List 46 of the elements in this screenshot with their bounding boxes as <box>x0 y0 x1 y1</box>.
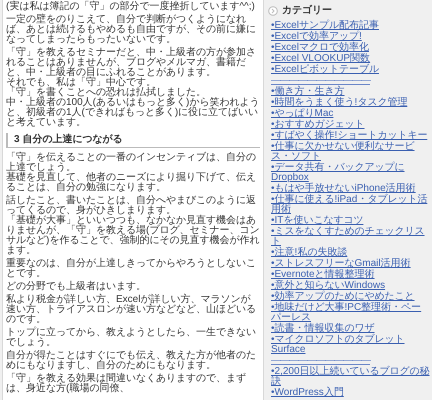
category-link[interactable]: •注意!私の失敗談 <box>271 248 431 258</box>
category-link[interactable]: •働き方・生き方 <box>271 87 431 97</box>
sentence: 話したこと、書いたことは、自分へやまびこのように返ってくるので、身がひきしまります。 <box>6 196 257 216</box>
category-link[interactable]: •読書・情報収集のワザ <box>271 324 431 334</box>
sentence: 基礎を見直して、他者のニーズにより掘り下げて、伝えることは、自分の勉強になります。 <box>6 173 257 193</box>
sentence: 一定の壁をのりこえて、自分で判断がつくようになれば、あとは続けるもやめるも自由ですが、その前に嫌になってしまったらもったいないです。 <box>6 15 257 45</box>
category-link[interactable]: •時間をうまく使う!タスク管理 <box>271 98 431 108</box>
category-link[interactable]: •マイクロソフトのタブレットSurface <box>271 335 431 355</box>
sentence: 「守」を書くことへの恐れは払拭しました。 <box>6 88 206 98</box>
category-link[interactable]: •やっぱりMac <box>271 109 431 119</box>
category-link[interactable]: •Excelピボットテーブル <box>271 65 431 75</box>
sentence: それでも、私は「守」中心です。 <box>6 78 157 88</box>
sentence: 中・上級者の100人(あるいはもっと多く)から笑われようと、初級者の1人(できればもっと多く)に役に立てばいいと考えています。 <box>6 98 260 128</box>
category-link[interactable]: •2,200日以上続いているブログの秘訣 <box>271 367 431 387</box>
category-link[interactable]: •Excel VLOOKUP関数 <box>271 54 431 64</box>
sentence: 「基礎が大事」といいつつも、なかなか見直す機会はありませんが、「守」を教える場(ブログ、セミナー、コンサルなど)を作ることで、強制的にその見直す機会が作れます。 <box>6 216 260 256</box>
sentence: どの分野でも上級者はいます。 <box>6 282 147 292</box>
category-link[interactable]: •データ共有・バックアップにDropbox <box>271 163 431 183</box>
category-link[interactable]: •おすすめガジェット <box>271 120 431 130</box>
sentence: 私より税金が詳しい方、Excelが詳しい方、マラソンが速い方、トライアスロンが速い方などなど、山ほどいるのです。 <box>6 295 257 325</box>
sentence: 「守」を伝えることの一番のインセンティブは、自分の上達でしょう。 <box>6 153 257 173</box>
category-link[interactable]: •意外と知らないWindows <box>271 281 431 291</box>
category-link[interactable]: •WordPress入門 <box>271 388 431 398</box>
category-link[interactable]: •Evernoteと情報整理術 <box>271 270 431 280</box>
category-link[interactable]: •効率アップのためにやめたこと <box>271 292 431 302</box>
category-link[interactable]: •仕事に使える!iPad・タブレット活用術 <box>271 195 431 215</box>
category-link[interactable]: •Excelで効率アップ! <box>271 32 431 42</box>
category-link[interactable]: •地味だけど大事!PC整理術・ペーパーレス <box>271 303 431 323</box>
category-link[interactable]: •ITを使いこなすコツ <box>271 216 431 226</box>
category-link[interactable]: •すばやく操作!ショートカットキー <box>271 131 431 141</box>
divider-link[interactable]: ――――――――――― <box>271 356 431 366</box>
category-link[interactable]: •仕事に欠かせない便利なサービス・ソフト <box>271 142 431 162</box>
divider-link[interactable]: ――――――――――― <box>271 76 431 86</box>
sentence: 自分が得たことはすぐにでも伝え、教えた方が他者のためにもなりますし、自分のためにもなります。 <box>6 351 257 371</box>
section-heading: 3 自分の上達につながる <box>6 133 260 148</box>
sentence: (実は私は簿記の「守」の部分で一度挫折しています^^;) <box>6 2 256 12</box>
category-link[interactable]: •ミスをなくすためのチェックリスト <box>271 227 431 247</box>
category-link[interactable]: •Excelサンプル配布記事 <box>271 21 431 31</box>
category-link[interactable]: •もはや手放せないiPhone活用術 <box>271 184 431 194</box>
sentence: トップに立ってから、教えようとしたら、一生できないでしょう。 <box>6 328 257 348</box>
sidebar-title: カテゴリー <box>282 4 332 18</box>
category-link[interactable]: •Excelマクロで効率化 <box>271 43 431 53</box>
sentence: 「守」を教えるセミナーだと、中・上級者の方が参加されることはありませんが、ブログやメルマガ、書籍だと、中・上級者の目にふれることがあります。 <box>6 48 257 78</box>
sentence: 「守」を教える効果は間違いなくありますので、まずは、身近な方(職場の同僚、 <box>6 374 247 394</box>
sentence: 重要なのは、自分が上達しきってからやろうとしないことです。 <box>6 259 257 279</box>
category-link[interactable]: •ストレスフリーなGmail活用術 <box>271 259 431 269</box>
